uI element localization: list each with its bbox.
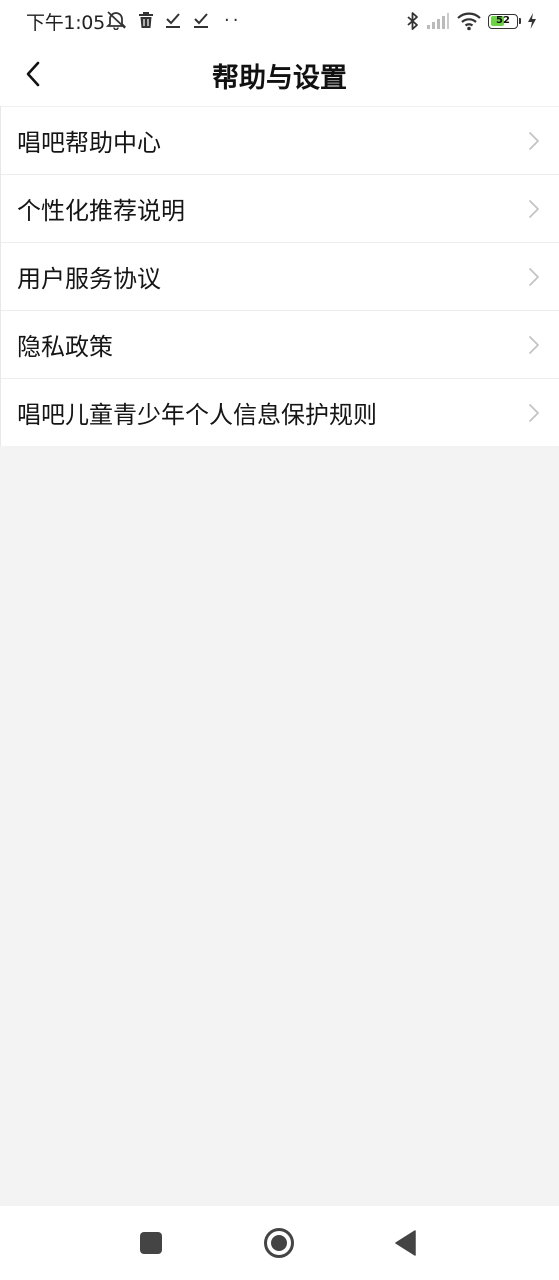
download-done-icon xyxy=(192,11,210,29)
battery-percent: 52 xyxy=(496,15,510,26)
chevron-right-icon xyxy=(529,131,539,150)
nav-back-button[interactable] xyxy=(386,1223,426,1263)
status-notification-icons: ·· xyxy=(106,6,241,34)
home-icon xyxy=(264,1228,294,1258)
back-triangle-icon xyxy=(395,1230,416,1256)
menu-item-label: 隐私政策 xyxy=(17,333,113,361)
menu-item-user-agreement[interactable]: 用户服务协议 xyxy=(1,242,559,310)
header-bar: 帮助与设置 xyxy=(0,42,559,106)
alarm-off-icon xyxy=(106,10,128,30)
download-done-icon xyxy=(164,11,182,29)
wifi-icon xyxy=(456,11,482,31)
menu-item-child-protection-rules[interactable]: 唱吧儿童青少年个人信息保护规则 xyxy=(1,378,559,446)
battery-icon: 52 xyxy=(488,13,521,29)
status-time: 下午1:05 xyxy=(26,12,105,34)
battery-cap xyxy=(519,18,521,24)
menu-item-help-center[interactable]: 唱吧帮助中心 xyxy=(1,106,559,174)
chevron-right-icon xyxy=(529,403,539,422)
menu-item-label: 唱吧儿童青少年个人信息保护规则 xyxy=(17,401,377,429)
menu-item-personalized-recommendation[interactable]: 个性化推荐说明 xyxy=(1,174,559,242)
chevron-right-icon xyxy=(529,199,539,218)
battery-indicator: 52 xyxy=(488,13,518,29)
menu-item-label: 唱吧帮助中心 xyxy=(17,129,161,157)
signal-icon xyxy=(426,12,450,30)
chevron-right-icon xyxy=(529,267,539,286)
menu-item-label: 用户服务协议 xyxy=(17,265,161,293)
menu-item-privacy-policy[interactable]: 隐私政策 xyxy=(1,310,559,378)
menu-item-label: 个性化推荐说明 xyxy=(17,197,185,225)
recent-apps-icon xyxy=(140,1232,162,1254)
page-title: 帮助与设置 xyxy=(212,63,347,94)
settings-menu-list: 唱吧帮助中心 个性化推荐说明 用户服务协议 隐私政策 唱吧儿童青少年个人信息保护… xyxy=(0,106,559,446)
charging-icon xyxy=(527,12,537,30)
system-navigation-bar xyxy=(0,1206,559,1280)
recent-apps-button[interactable] xyxy=(131,1223,171,1263)
status-system-icons: 52 xyxy=(400,8,537,34)
status-bar: 下午1:05 ·· 52 xyxy=(0,0,559,42)
trash-icon xyxy=(138,11,154,29)
bluetooth-icon xyxy=(406,11,420,31)
more-notifications-dots: ·· xyxy=(224,9,242,31)
chevron-right-icon xyxy=(529,335,539,354)
home-button[interactable] xyxy=(259,1223,299,1263)
